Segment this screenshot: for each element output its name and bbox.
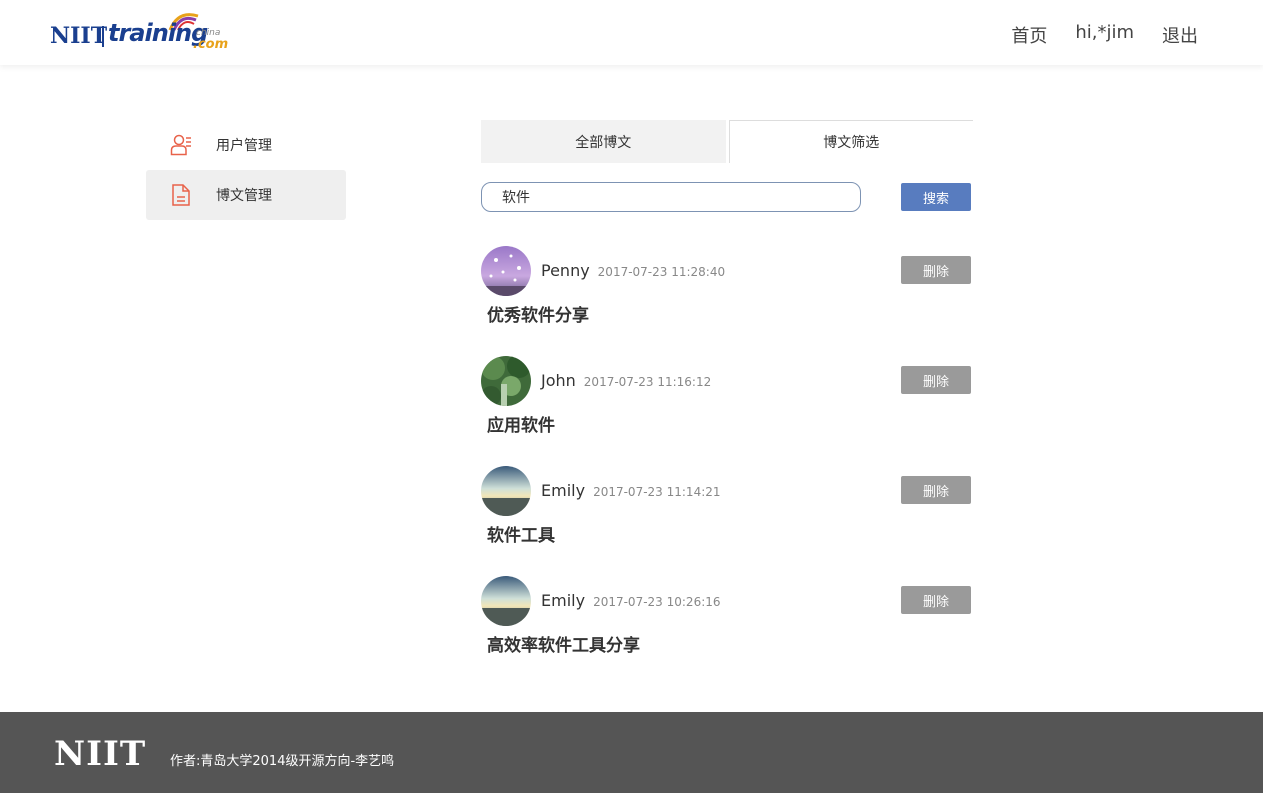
search-button[interactable]: 搜索 (901, 183, 971, 211)
post-title[interactable]: 软件工具 (487, 521, 555, 546)
top-header: NIIT training china .com 首页 hi,*jim 退出 (0, 0, 1263, 65)
delete-button[interactable]: 删除 (901, 366, 971, 394)
search-input[interactable] (481, 182, 861, 212)
nav-user-link[interactable]: hi,*jim (1075, 22, 1134, 48)
avatar[interactable] (481, 356, 531, 406)
main-content: 全部博文 博文筛选 搜索 (481, 120, 973, 686)
post-author-line: John 2017-07-23 11:16:12 (541, 371, 711, 390)
delete-button[interactable]: 删除 (901, 586, 971, 614)
post-author-line: Emily 2017-07-23 10:26:16 (541, 591, 721, 610)
post-author: Penny (541, 261, 590, 280)
sidebar-item-user-management[interactable]: 用户管理 (146, 120, 346, 170)
post-author-line: Penny 2017-07-23 11:28:40 (541, 261, 725, 280)
list-item: John 2017-07-23 11:16:12 删除 应用软件 (481, 356, 973, 466)
post-author: John (541, 371, 576, 390)
top-nav: 首页 hi,*jim 退出 (1011, 22, 1198, 48)
user-manage-icon (170, 134, 191, 156)
document-icon (172, 184, 190, 206)
post-time: 2017-07-23 11:28:40 (597, 265, 726, 279)
list-item: Penny 2017-07-23 11:28:40 删除 优秀软件分享 (481, 246, 973, 356)
delete-button[interactable]: 删除 (901, 476, 971, 504)
post-author: Emily (541, 481, 586, 500)
post-list: Penny 2017-07-23 11:28:40 删除 优秀软件分享 John 2… (481, 246, 973, 686)
post-time: 2017-07-23 11:16:12 (583, 375, 712, 389)
search-row: 搜索 (481, 182, 973, 212)
sidebar-item-label: 用户管理 (216, 138, 272, 154)
post-title[interactable]: 优秀软件分享 (487, 301, 589, 326)
footer: NIIT 作者:青岛大学2014级开源方向-李艺鸣 (0, 712, 1263, 793)
avatar[interactable] (481, 576, 531, 626)
post-time: 2017-07-23 10:26:16 (593, 595, 721, 609)
logo-divider (102, 26, 104, 47)
logo-niit-text: NIIT (50, 23, 108, 49)
nav-logout-link[interactable]: 退出 (1162, 22, 1198, 48)
post-title[interactable]: 高效率软件工具分享 (487, 631, 640, 656)
post-title[interactable]: 应用软件 (487, 411, 555, 436)
logo-com-text: .com (193, 37, 229, 52)
footer-niit-logo: NIIT (54, 734, 147, 774)
sidebar-item-label: 博文管理 (216, 188, 272, 204)
post-time: 2017-07-23 11:14:21 (593, 485, 721, 499)
post-author: Emily (541, 591, 586, 610)
delete-button[interactable]: 删除 (901, 256, 971, 284)
tab-all-posts[interactable]: 全部博文 (481, 120, 726, 163)
tab-filter-posts[interactable]: 博文筛选 (728, 120, 973, 163)
footer-credit: 作者:青岛大学2014级开源方向-李艺鸣 (170, 754, 395, 769)
list-item: Emily 2017-07-23 11:14:21 删除 软件工具 (481, 466, 973, 576)
avatar[interactable] (481, 466, 531, 516)
avatar[interactable] (481, 246, 531, 296)
nav-home-link[interactable]: 首页 (1011, 22, 1047, 48)
post-author-line: Emily 2017-07-23 11:14:21 (541, 481, 721, 500)
sidebar: 用户管理 博文管理 (146, 120, 346, 220)
sidebar-item-post-management[interactable]: 博文管理 (146, 170, 346, 220)
tab-bar: 全部博文 博文筛选 (481, 120, 973, 163)
list-item: Emily 2017-07-23 10:26:16 删除 高效率软件工具分享 (481, 576, 973, 686)
niit-training-logo[interactable]: NIIT training china .com (50, 10, 229, 56)
